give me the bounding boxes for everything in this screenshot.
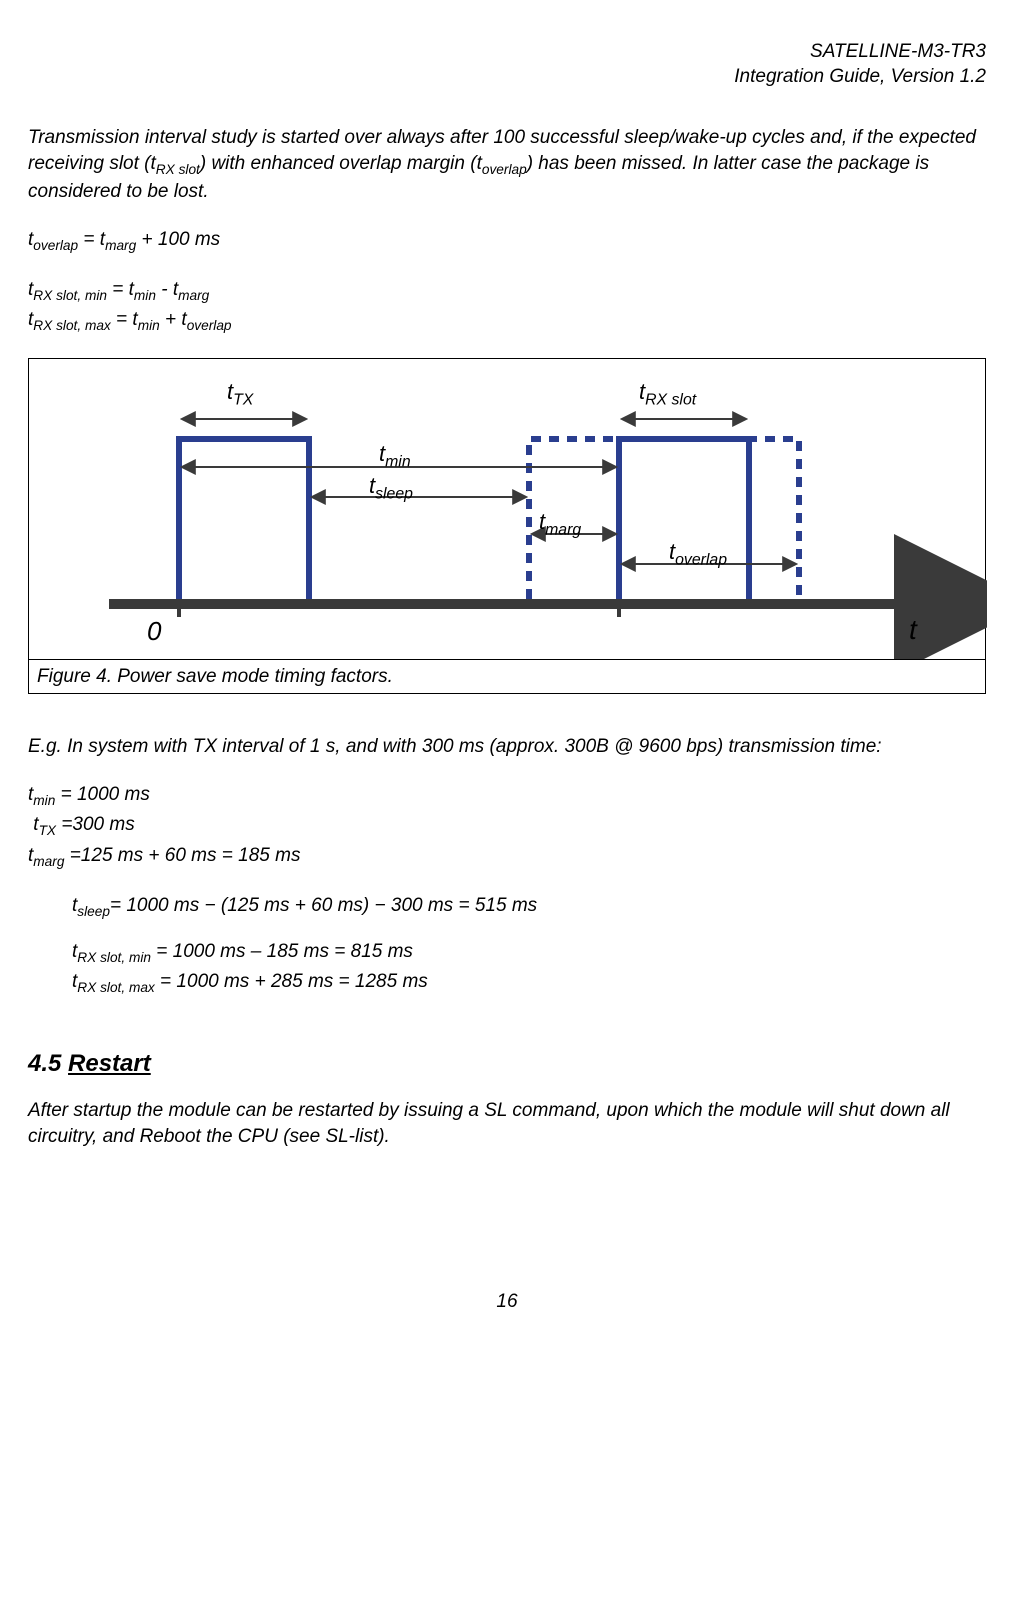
timing-diagram: tTX tRX slot tmin tsleep tmarg toverlap … bbox=[29, 359, 985, 659]
label-t-axis: t bbox=[909, 611, 917, 649]
label-t-overlap: toverlap bbox=[669, 537, 727, 571]
label-zero: 0 bbox=[147, 614, 161, 649]
example-computed: tsleep= 1000 ms − (125 ms + 60 ms) − 300… bbox=[72, 893, 986, 998]
equation-rxslot: tRX slot, min = tmin - tmarg tRX slot, m… bbox=[28, 277, 986, 336]
label-t-rx: tRX slot bbox=[639, 377, 696, 411]
equation-overlap: toverlap = tmarg + 100 ms bbox=[28, 227, 986, 255]
restart-paragraph: After startup the module can be restarte… bbox=[28, 1098, 986, 1149]
example-lead: E.g. In system with TX interval of 1 s, … bbox=[28, 734, 986, 760]
label-t-marg: tmarg bbox=[539, 507, 581, 541]
section-4-5-heading: 4.5 Restart bbox=[28, 1048, 986, 1080]
page-header: SATELLINE-M3-TR3 Integration Guide, Vers… bbox=[28, 40, 986, 89]
intro-paragraph: Transmission interval study is started o… bbox=[28, 125, 986, 205]
label-t-tx: tTX bbox=[227, 377, 253, 411]
figure-4: tTX tRX slot tmin tsleep tmarg toverlap … bbox=[28, 358, 986, 695]
header-line2: Integration Guide, Version 1.2 bbox=[28, 65, 986, 90]
example-givens: tmin = 1000 ms tTX =300 ms tmarg =125 ms… bbox=[28, 782, 986, 871]
page-number: 16 bbox=[28, 1289, 986, 1315]
label-t-min: tmin bbox=[379, 439, 411, 473]
figure-caption: Figure 4. Power save mode timing factors… bbox=[29, 659, 985, 694]
label-t-sleep: tsleep bbox=[369, 471, 413, 505]
header-line1: SATELLINE-M3-TR3 bbox=[28, 40, 986, 65]
